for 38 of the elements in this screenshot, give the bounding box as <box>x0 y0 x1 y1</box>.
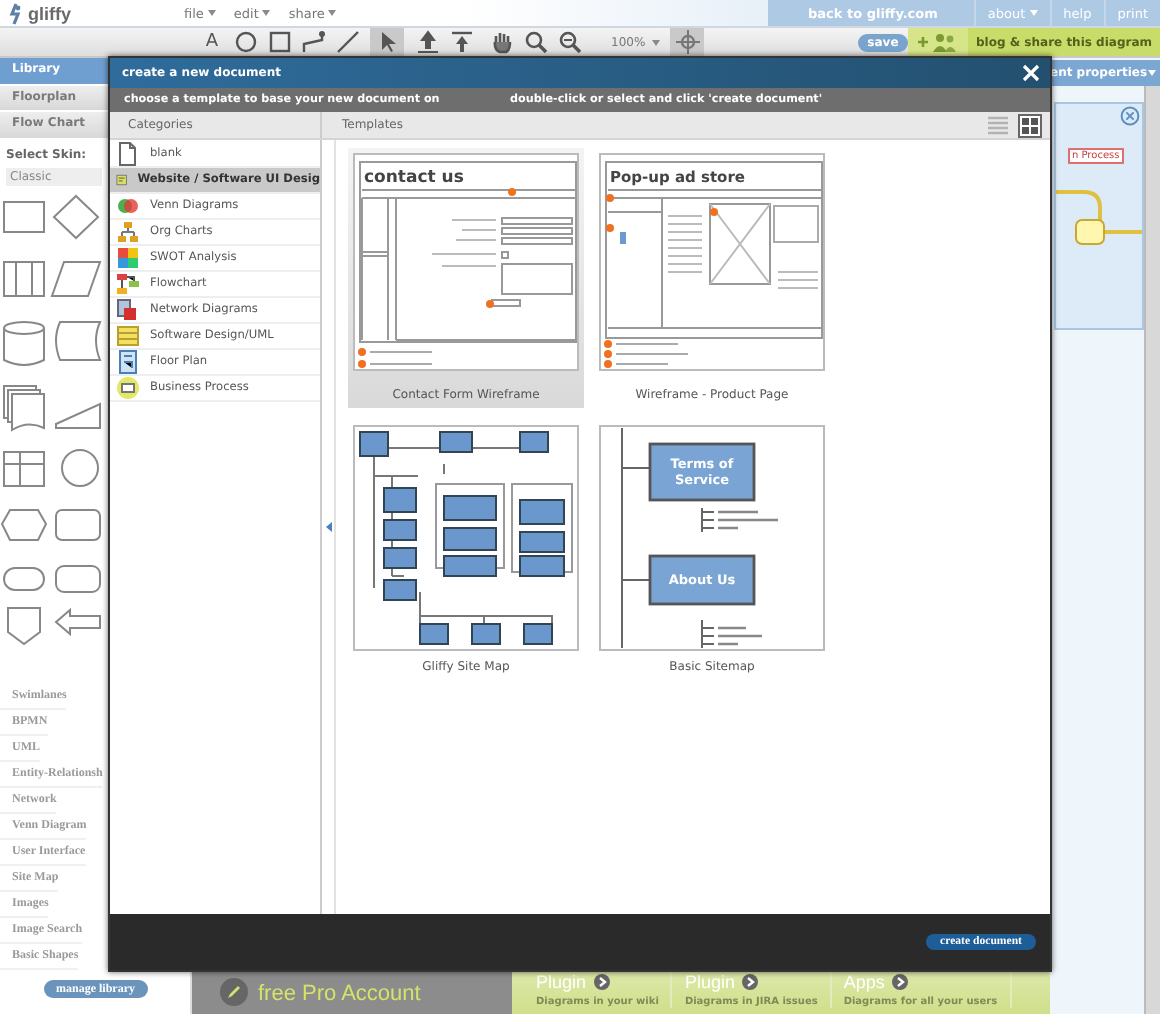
text-tool[interactable]: A <box>196 28 228 56</box>
arrow-up-bar-icon[interactable] <box>415 30 439 54</box>
promo-heading: Plugin <box>684 972 735 992</box>
ellipse-tool-icon[interactable] <box>233 30 257 54</box>
arrow-circle-icon[interactable] <box>892 974 909 990</box>
arrow-circle-icon[interactable] <box>742 974 759 990</box>
caret-icon <box>207 10 216 16</box>
rectangle-tool-icon[interactable] <box>267 30 291 54</box>
logo-text: gliffy <box>28 3 71 23</box>
promo-title: free Pro Account <box>258 982 421 1006</box>
scrollbar[interactable] <box>1144 86 1160 1014</box>
connector-tool-icon[interactable] <box>301 30 325 54</box>
pencil-icon <box>220 978 248 1006</box>
category-icon <box>116 246 140 270</box>
zoom-in-icon[interactable] <box>523 30 547 54</box>
caret-icon <box>262 10 271 16</box>
category-icon <box>116 272 140 296</box>
category-icon <box>116 350 140 374</box>
caret-icon <box>651 39 660 45</box>
crosshair-icon[interactable] <box>675 30 700 54</box>
promo-heading: Plugin <box>536 972 587 992</box>
line-tool-icon[interactable] <box>335 30 359 54</box>
thumbnail-title: contact us <box>364 168 464 188</box>
grid-view-icon[interactable] <box>1018 113 1042 137</box>
caret-icon <box>328 10 337 16</box>
zoom-out-icon[interactable] <box>557 30 581 54</box>
arrow-circle-icon[interactable] <box>594 974 611 990</box>
caret-icon <box>1147 70 1156 76</box>
category-icon <box>116 220 140 244</box>
category-icon <box>116 298 140 322</box>
promo-heading: Apps <box>843 972 885 992</box>
collapse-handle-icon[interactable] <box>325 522 331 532</box>
arrow-to-top-icon[interactable] <box>449 30 473 54</box>
category-icon <box>116 324 140 348</box>
logo-icon <box>6 1 26 25</box>
hand-icon[interactable] <box>489 30 513 54</box>
category-icon <box>116 376 140 400</box>
caret-icon <box>1029 10 1038 16</box>
